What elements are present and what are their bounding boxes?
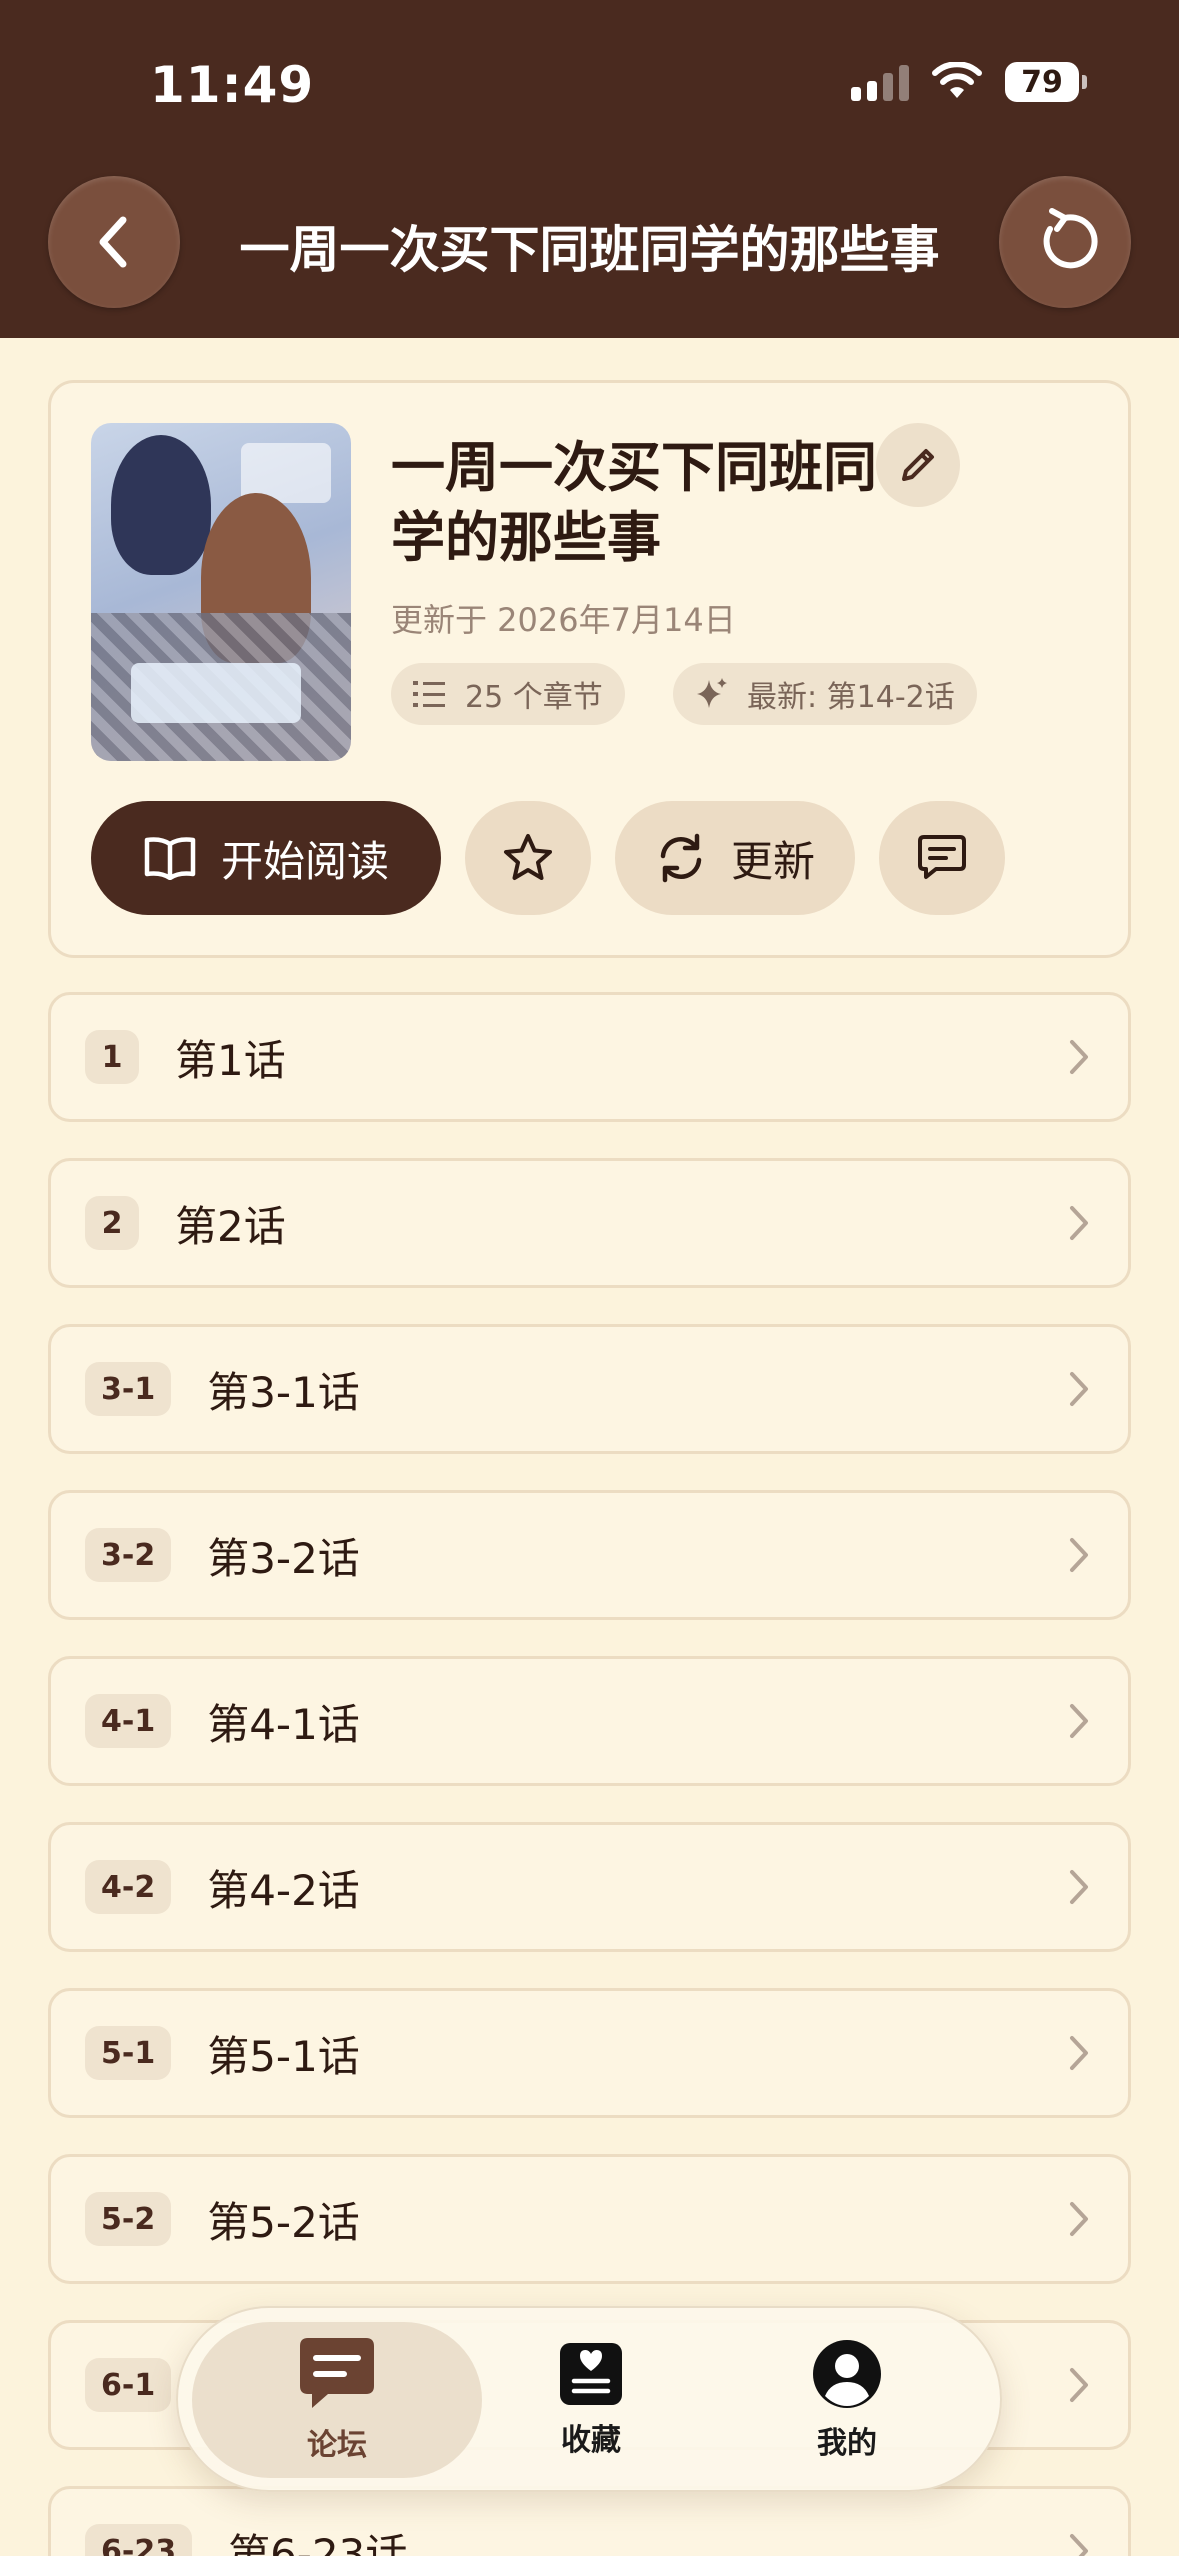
refresh-icon (1043, 208, 1098, 269)
chapter-title: 第3-1话 (207, 1367, 360, 1417)
start-reading-button[interactable]: 开始阅读 (91, 801, 441, 915)
chapter-title: 第2话 (175, 1201, 286, 1251)
book-icon (144, 837, 196, 880)
wifi-icon (932, 62, 982, 98)
tab-forum[interactable]: 论坛 (192, 2322, 482, 2478)
tab-favorites[interactable]: 收藏 (446, 2322, 736, 2478)
page-title: 一周一次买下同班同学的那些事 (239, 221, 940, 279)
refresh-button[interactable] (999, 176, 1131, 308)
chapter-number-badge: 4-1 (85, 1694, 172, 1748)
back-button[interactable] (48, 176, 180, 308)
chapter-title: 第4-1话 (207, 1699, 360, 1749)
chapter-title: 第1话 (175, 1035, 286, 1085)
sparkle-icon (697, 678, 727, 708)
updated-date: 更新于 2026年7月14日 (391, 601, 736, 639)
action-buttons: 开始阅读 更新 (91, 801, 1005, 915)
status-icons: 79 (851, 62, 1087, 102)
chapter-number-badge: 5-1 (85, 2026, 172, 2080)
chapter-title: 第3-2话 (207, 1533, 360, 1583)
favorite-button[interactable] (465, 801, 591, 915)
chapter-number-badge: 1 (85, 1030, 139, 1084)
chapter-title: 第5-1话 (207, 2031, 360, 2081)
chevron-right-icon (1070, 1372, 1088, 1406)
chapter-row[interactable]: 6-23 第6-23话 (48, 2486, 1131, 2556)
chevron-right-icon (1070, 2368, 1088, 2402)
chapter-row[interactable]: 3-1 第3-1话 (48, 1324, 1131, 1454)
chapter-title: 第6-23话 (228, 2529, 408, 2556)
chevron-right-icon (1070, 2036, 1088, 2070)
chapter-count-chip: 25 个章节 (391, 663, 625, 725)
favorites-icon (560, 2343, 622, 2405)
star-icon (504, 834, 552, 880)
update-button[interactable]: 更新 (615, 801, 855, 915)
chevron-right-icon (1070, 1870, 1088, 1904)
latest-chapter-label: 最新: 第14-2话 (747, 680, 955, 715)
chapter-row[interactable]: 4-1 第4-1话 (48, 1656, 1131, 1786)
list-icon (413, 681, 445, 707)
chapter-row[interactable]: 5-1 第5-1话 (48, 1988, 1131, 2118)
cellular-signal-icon (851, 63, 909, 101)
chapter-row[interactable]: 2 第2话 (48, 1158, 1131, 1288)
chapter-row[interactable]: 4-2 第4-2话 (48, 1822, 1131, 1952)
profile-icon (813, 2340, 881, 2408)
start-reading-label: 开始阅读 (220, 836, 389, 886)
book-cover-image[interactable] (91, 423, 351, 761)
update-label: 更新 (730, 836, 815, 886)
edit-icon (902, 449, 934, 481)
sync-icon (660, 833, 702, 883)
latest-chapter-chip: 最新: 第14-2话 (673, 663, 977, 725)
chapter-count-label: 25 个章节 (465, 680, 603, 715)
book-title: 一周一次买下同班同学的那些事 (391, 436, 877, 569)
back-icon (99, 216, 127, 268)
chevron-right-icon (1070, 1538, 1088, 1572)
chapter-number-badge: 4-2 (85, 1860, 172, 1914)
status-time: 11:49 (150, 56, 315, 114)
chapter-number-badge: 3-1 (85, 1362, 172, 1416)
chapter-number-badge: 2 (85, 1196, 139, 1250)
chevron-right-icon (1070, 1206, 1088, 1240)
tab-forum-label: 论坛 (307, 2428, 367, 2463)
tab-me[interactable]: 我的 (702, 2322, 992, 2478)
chapter-title: 第5-2话 (207, 2197, 360, 2247)
chapter-number-badge: 6-23 (85, 2524, 193, 2556)
chevron-right-icon (1070, 1040, 1088, 1074)
bottom-tab-bar: 论坛 收藏 我的 (176, 2306, 1002, 2492)
battery-indicator: 79 (1005, 62, 1087, 102)
app-header: 11:49 79 一周一次买下同班同学的那些事 (0, 0, 1179, 338)
chevron-right-icon (1070, 2534, 1088, 2556)
chapter-title: 第4-2话 (207, 1865, 360, 1915)
comments-button[interactable] (879, 801, 1005, 915)
tab-favorites-label: 收藏 (561, 2423, 621, 2458)
edit-title-button[interactable] (876, 423, 960, 507)
chapter-row[interactable]: 3-2 第3-2话 (48, 1490, 1131, 1620)
chapter-number-badge: 6-1 (85, 2358, 172, 2412)
chapter-row[interactable]: 1 第1话 (48, 992, 1131, 1122)
comment-icon (918, 835, 966, 879)
tab-me-label: 我的 (817, 2426, 877, 2461)
chapter-number-badge: 3-2 (85, 1528, 172, 1582)
book-info-card: 一周一次买下同班同学的那些事 更新于 2026年7月14日 25 个章节 最新:… (48, 380, 1131, 958)
chapter-number-badge: 5-2 (85, 2192, 172, 2246)
chevron-right-icon (1070, 2202, 1088, 2236)
forum-icon (300, 2338, 374, 2408)
chapter-row[interactable]: 5-2 第5-2话 (48, 2154, 1131, 2284)
chevron-right-icon (1070, 1704, 1088, 1738)
